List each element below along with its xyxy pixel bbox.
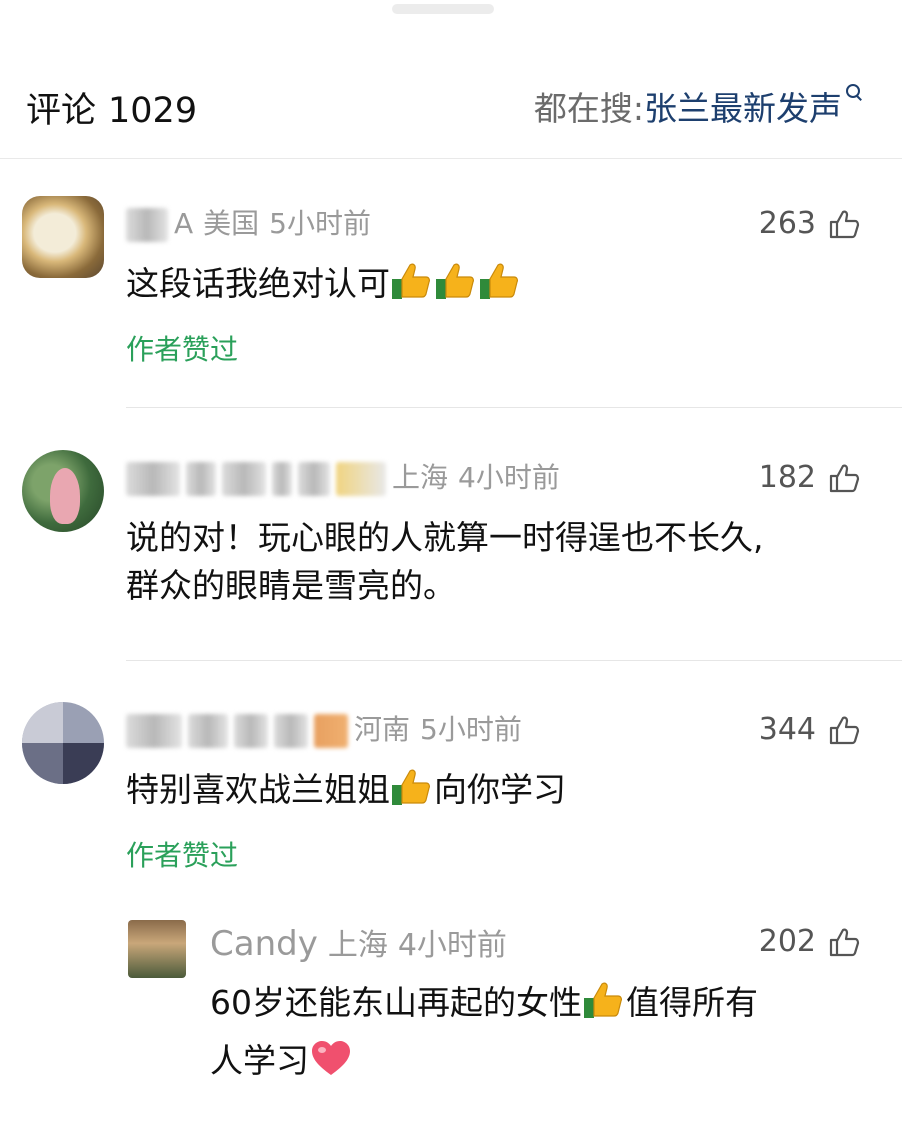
- comment-text: 说的对！玩心眼的人就算一时得逞也不长久, 群众的眼睛是雪亮的。: [126, 514, 764, 610]
- region: 美国: [203, 207, 260, 240]
- username-blur: [274, 714, 308, 748]
- reply-meta: Candy 上海 4小时前: [210, 920, 507, 964]
- username-blur: [336, 462, 386, 496]
- thumbs-up-icon[interactable]: [828, 927, 860, 957]
- comment-meta: 上海 4小时前: [126, 456, 560, 496]
- comment-meta: A 美国 5小时前: [126, 202, 371, 242]
- avatar[interactable]: [22, 702, 104, 784]
- comment-text-body: 这段话我绝对认可: [126, 264, 390, 303]
- username-blur: [126, 462, 180, 496]
- username-blur: [272, 462, 292, 496]
- comment-text-line: 群众的眼睛是雪亮的。: [126, 566, 456, 605]
- thumbs-up-emoji-icon: [392, 263, 430, 299]
- username-blur: [298, 462, 330, 496]
- username-blur: [126, 714, 182, 748]
- region: 上海: [392, 461, 449, 494]
- like-count: 263: [758, 206, 816, 241]
- comments-header: 评论 1029 都在搜: 张兰最新发声: [0, 60, 902, 159]
- trending-search[interactable]: 都在搜: 张兰最新发声: [534, 82, 862, 130]
- timestamp: 4小时前: [397, 928, 507, 963]
- username[interactable]: A: [174, 207, 193, 240]
- region: 上海: [327, 928, 388, 963]
- like-count: 344: [758, 712, 816, 747]
- username-blur: [314, 714, 348, 748]
- thumbs-up-emoji-icon: [436, 263, 474, 299]
- avatar[interactable]: [22, 450, 104, 532]
- avatar[interactable]: [22, 196, 104, 278]
- timestamp: 4小时前: [458, 461, 560, 494]
- author-liked-badge: 作者赞过: [126, 839, 239, 872]
- thumbs-up-icon[interactable]: [828, 463, 860, 493]
- like-button[interactable]: 202: [759, 924, 860, 959]
- thumbs-up-icon[interactable]: [828, 715, 860, 745]
- search-icon[interactable]: [846, 84, 862, 101]
- trending-search-label: 都在搜:: [533, 89, 644, 128]
- reply-text-line: 60岁还能东山再起的女性 值得所有: [210, 974, 758, 1032]
- heart-emoji-icon: [312, 1041, 350, 1075]
- like-count: 182: [758, 460, 816, 495]
- username-blur: [234, 714, 268, 748]
- comment-text-line: 说的对！玩心眼的人就算一时得逞也不长久,: [126, 518, 764, 557]
- comments-title-label: 评论: [26, 91, 97, 131]
- reply-text-body: 值得所有: [626, 983, 758, 1022]
- timestamp: 5小时前: [269, 207, 371, 240]
- username-blur: [126, 208, 168, 242]
- thumbs-up-emoji-icon: [480, 263, 518, 299]
- like-button[interactable]: 263: [759, 206, 860, 241]
- sheet-drag-handle[interactable]: [392, 4, 494, 14]
- username-blur: [188, 714, 228, 748]
- username[interactable]: Candy: [210, 924, 318, 964]
- like-button[interactable]: 344: [759, 712, 860, 747]
- reply-text: 60岁还能东山再起的女性 值得所有 人学习: [210, 974, 758, 1090]
- comments-count: 1029: [108, 91, 198, 131]
- timestamp: 5小时前: [420, 713, 522, 746]
- comment-text: 这段话我绝对认可: [126, 260, 522, 308]
- divider: [126, 660, 902, 661]
- comment-meta: 河南 5小时前: [126, 708, 522, 748]
- comment-text: 特别喜欢战兰姐姐 向你学习: [126, 766, 566, 814]
- like-count: 202: [758, 924, 816, 959]
- trending-search-term[interactable]: 张兰最新发声: [644, 82, 842, 130]
- thumbs-up-emoji-icon: [392, 769, 430, 805]
- region: 河南: [354, 713, 411, 746]
- author-liked-badge: 作者赞过: [126, 333, 239, 366]
- comment-text-body: 向你学习: [434, 770, 566, 809]
- thumbs-up-emoji-icon: [584, 982, 622, 1018]
- reply-text-body: 人学习: [210, 1041, 309, 1080]
- username-blur: [222, 462, 266, 496]
- username-blur: [186, 462, 216, 496]
- divider: [126, 407, 902, 408]
- thumbs-up-icon[interactable]: [828, 209, 860, 239]
- comment-text-body: 特别喜欢战兰姐姐: [126, 770, 390, 809]
- like-button[interactable]: 182: [759, 460, 860, 495]
- reply-text-line: 人学习: [210, 1032, 758, 1090]
- reply-text-body: 60岁还能东山再起的女性: [210, 983, 582, 1022]
- avatar[interactable]: [128, 920, 186, 978]
- comments-title: 评论 1029: [26, 82, 197, 133]
